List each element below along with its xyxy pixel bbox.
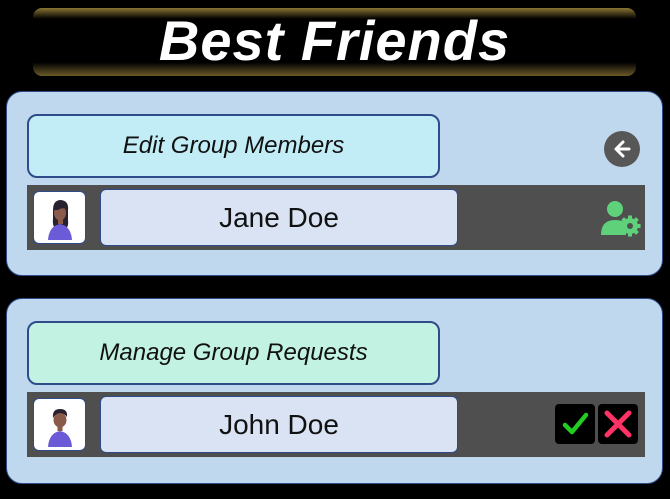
edit-members-panel: Edit Group Members Jane Doe bbox=[6, 91, 663, 276]
user-settings-icon bbox=[601, 201, 641, 237]
member-row: Jane Doe bbox=[27, 185, 645, 250]
arrow-left-circle-icon bbox=[614, 140, 631, 158]
back-button[interactable] bbox=[604, 131, 640, 167]
avatar bbox=[33, 398, 86, 451]
x-icon bbox=[604, 410, 632, 438]
group-requests-panel: Manage Group Requests John Doe bbox=[6, 298, 663, 484]
check-icon bbox=[562, 412, 589, 435]
reject-request-button[interactable] bbox=[598, 404, 638, 444]
edit-group-members-button[interactable]: Edit Group Members bbox=[27, 114, 440, 178]
request-row: John Doe bbox=[27, 392, 645, 457]
title-banner: Best Friends bbox=[33, 8, 636, 76]
male-avatar-icon bbox=[47, 408, 72, 447]
accept-request-button[interactable] bbox=[555, 404, 595, 444]
requester-name: John Doe bbox=[100, 396, 458, 453]
page-title: Best Friends bbox=[158, 9, 511, 72]
avatar bbox=[33, 191, 86, 244]
female-avatar-icon bbox=[47, 199, 72, 240]
manage-group-requests-button[interactable]: Manage Group Requests bbox=[27, 321, 440, 385]
member-settings-button[interactable] bbox=[601, 199, 641, 237]
member-name: Jane Doe bbox=[100, 189, 458, 246]
